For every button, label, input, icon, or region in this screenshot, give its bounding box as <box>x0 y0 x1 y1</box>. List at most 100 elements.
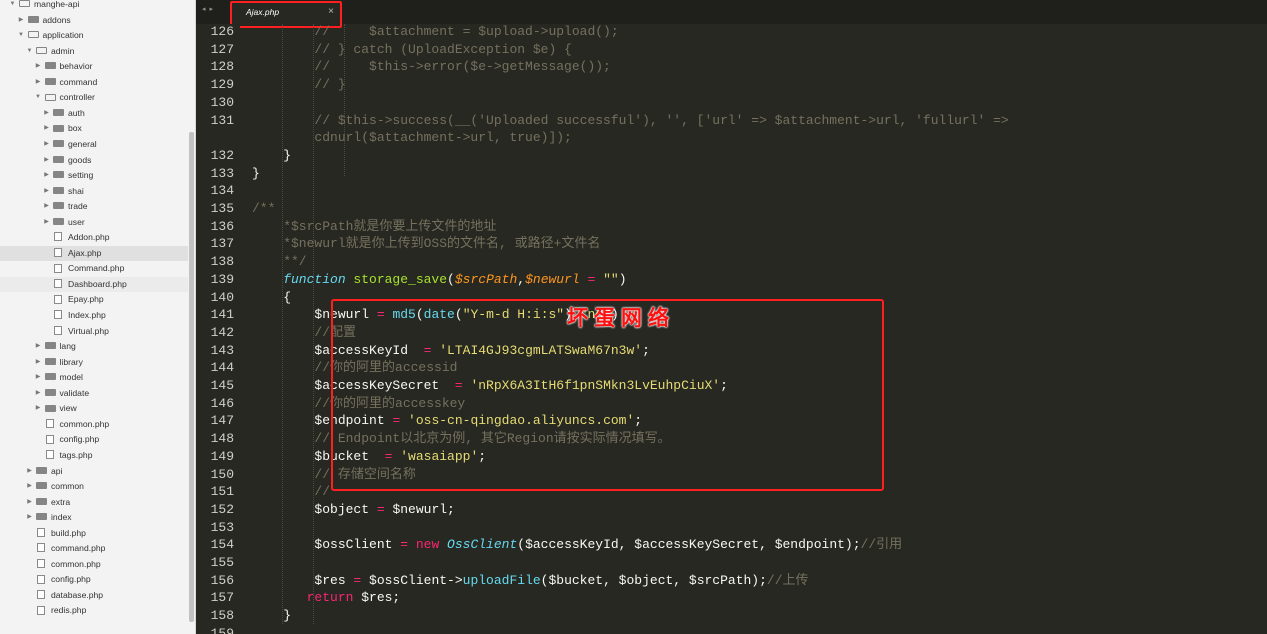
tree-folder-extra[interactable]: ▶ extra <box>0 495 188 511</box>
tree-folder-manghe-api[interactable]: ▼ manghe-api <box>0 0 188 13</box>
folder-icon <box>53 171 64 179</box>
tree-file-config-php[interactable]: config.php <box>0 572 188 588</box>
code-token: //引用 <box>860 537 903 553</box>
code-token: $ossClient <box>252 537 401 553</box>
line-number: 155 <box>210 555 234 570</box>
code-line: return $res; <box>252 589 401 606</box>
tree-file-common-php[interactable]: common.php <box>0 557 188 573</box>
code-line: *$srcPath就是你要上传文件的地址 <box>252 218 496 235</box>
line-number: 149 <box>210 448 234 464</box>
code-line: // } catch (UploadException $e) { <box>252 41 571 58</box>
tree-folder-model[interactable]: ▶ model <box>0 370 188 386</box>
expand-arrow-down-icon[interactable]: ▼ <box>35 90 42 106</box>
tree-file-index-php[interactable]: Index.php <box>0 308 188 324</box>
tree-folder-general[interactable]: ▶ general <box>0 137 188 153</box>
tree-folder-controller[interactable]: ▼ controller <box>0 90 188 106</box>
tree-folder-user[interactable]: ▶ user <box>0 215 188 231</box>
folder-icon <box>53 186 64 194</box>
code-token: $newurl <box>525 271 580 287</box>
expand-arrow-down-icon[interactable]: ▼ <box>18 28 25 44</box>
tree-folder-command[interactable]: ▶ command <box>0 75 188 91</box>
expand-arrow-right-icon[interactable]: ▶ <box>35 75 42 91</box>
expand-arrow-down-icon[interactable]: ▼ <box>26 44 33 60</box>
tree-file-ajax-php[interactable]: Ajax.php <box>0 245 188 262</box>
tree-folder-lang[interactable]: ▶ lang <box>0 339 188 355</box>
expand-arrow-right-icon[interactable]: ▶ <box>43 121 50 137</box>
tree-item-label: library <box>59 356 83 367</box>
tree-item-label: model <box>59 372 83 383</box>
tree-file-command-php[interactable]: command.php <box>0 541 188 557</box>
tree-folder-index[interactable]: ▶ index <box>0 510 188 526</box>
tree-item-label: view <box>59 403 77 414</box>
sidebar-scrollbar[interactable] <box>189 132 194 622</box>
tree-folder-library[interactable]: ▶ library <box>0 355 188 371</box>
tree-folder-goods[interactable]: ▶ goods <box>0 153 188 169</box>
expand-arrow-right-icon[interactable]: ▶ <box>43 168 50 184</box>
code-token: $object <box>252 501 377 517</box>
tree-file-database-php[interactable]: database.php <box>0 588 188 604</box>
tree-folder-common[interactable]: ▶ common <box>0 479 188 495</box>
tree-folder-api[interactable]: ▶ api <box>0 464 188 480</box>
file-icon <box>37 590 45 600</box>
tree-file-command-php[interactable]: Command.php <box>0 261 188 277</box>
tree-folder-behavior[interactable]: ▶ behavior <box>0 59 188 75</box>
tree-item-label: build.php <box>51 527 86 538</box>
tree-item-label: Virtual.php <box>68 325 109 336</box>
tree-file-dashboard-php[interactable]: Dashboard.php <box>0 276 188 293</box>
file-icon <box>37 574 45 584</box>
tree-folder-trade[interactable]: ▶ trade <box>0 199 188 215</box>
expand-arrow-right-icon[interactable]: ▶ <box>35 401 42 417</box>
expand-arrow-right-icon[interactable]: ▶ <box>43 137 50 153</box>
expand-arrow-right-icon[interactable]: ▶ <box>26 495 33 511</box>
tab-nav-arrows-icon[interactable]: ◂ ▸ <box>202 5 214 13</box>
tree-folder-application[interactable]: ▼ application <box>0 28 188 44</box>
expand-arrow-right-icon[interactable]: ▶ <box>35 386 42 402</box>
line-number: 151 <box>210 484 234 500</box>
expand-arrow-right-icon[interactable]: ▶ <box>43 184 50 200</box>
tree-file-tags-php[interactable]: tags.php <box>0 448 188 464</box>
tree-item-label: box <box>68 123 82 134</box>
expand-arrow-right-icon[interactable]: ▶ <box>43 153 50 169</box>
tree-folder-box[interactable]: ▶ box <box>0 121 188 137</box>
tree-folder-view[interactable]: ▶ view <box>0 401 188 417</box>
tree-folder-admin[interactable]: ▼ admin <box>0 44 188 60</box>
code-token: $res; <box>361 590 401 606</box>
tree-file-config-php[interactable]: config.php <box>0 432 188 448</box>
expand-arrow-right-icon[interactable]: ▶ <box>43 215 50 231</box>
expand-arrow-right-icon[interactable]: ▶ <box>35 355 42 371</box>
folder-icon <box>44 388 56 396</box>
expand-arrow-down-icon[interactable]: ▼ <box>9 0 16 13</box>
tree-item-label: goods <box>68 154 92 165</box>
line-number: 145 <box>210 378 234 393</box>
line-number: 157 <box>210 590 234 606</box>
folder-icon <box>53 140 64 148</box>
expand-arrow-right-icon[interactable]: ▶ <box>18 13 25 29</box>
expand-arrow-right-icon[interactable]: ▶ <box>43 199 50 215</box>
tree-file-build-php[interactable]: build.php <box>0 526 188 542</box>
code-token: } <box>252 147 292 163</box>
tree-item-label: manghe-api <box>34 0 80 9</box>
folder-icon <box>44 357 56 365</box>
tree-file-addon-php[interactable]: Addon.php <box>0 230 188 246</box>
tree-folder-addons[interactable]: ▶ addons <box>0 13 188 29</box>
tree-file-redis-php[interactable]: redis.php <box>0 603 188 619</box>
expand-arrow-right-icon[interactable]: ▶ <box>35 59 42 75</box>
expand-arrow-right-icon[interactable]: ▶ <box>26 464 33 480</box>
expand-arrow-right-icon[interactable]: ▶ <box>35 339 42 355</box>
line-number: 154 <box>210 537 234 553</box>
expand-arrow-right-icon[interactable]: ▶ <box>26 479 33 495</box>
expand-arrow-right-icon[interactable]: ▶ <box>43 106 50 122</box>
expand-arrow-right-icon[interactable]: ▶ <box>26 510 33 526</box>
tree-folder-setting[interactable]: ▶ setting <box>0 168 188 184</box>
tree-file-virtual-php[interactable]: Virtual.php <box>0 324 188 340</box>
expand-arrow-right-icon[interactable]: ▶ <box>35 370 42 386</box>
tree-folder-auth[interactable]: ▶ auth <box>0 106 188 122</box>
tree-file-epay-php[interactable]: Epay.php <box>0 292 188 308</box>
code-line: cdnurl($attachment->url, true)]); <box>252 129 571 146</box>
tree-folder-validate[interactable]: ▶ validate <box>0 386 188 402</box>
tree-file-common-php[interactable]: common.php <box>0 417 188 433</box>
tree-item-label: common <box>51 481 84 492</box>
folder-icon <box>53 109 64 117</box>
line-number: 127 <box>210 41 234 57</box>
tree-folder-shai[interactable]: ▶ shai <box>0 184 188 200</box>
